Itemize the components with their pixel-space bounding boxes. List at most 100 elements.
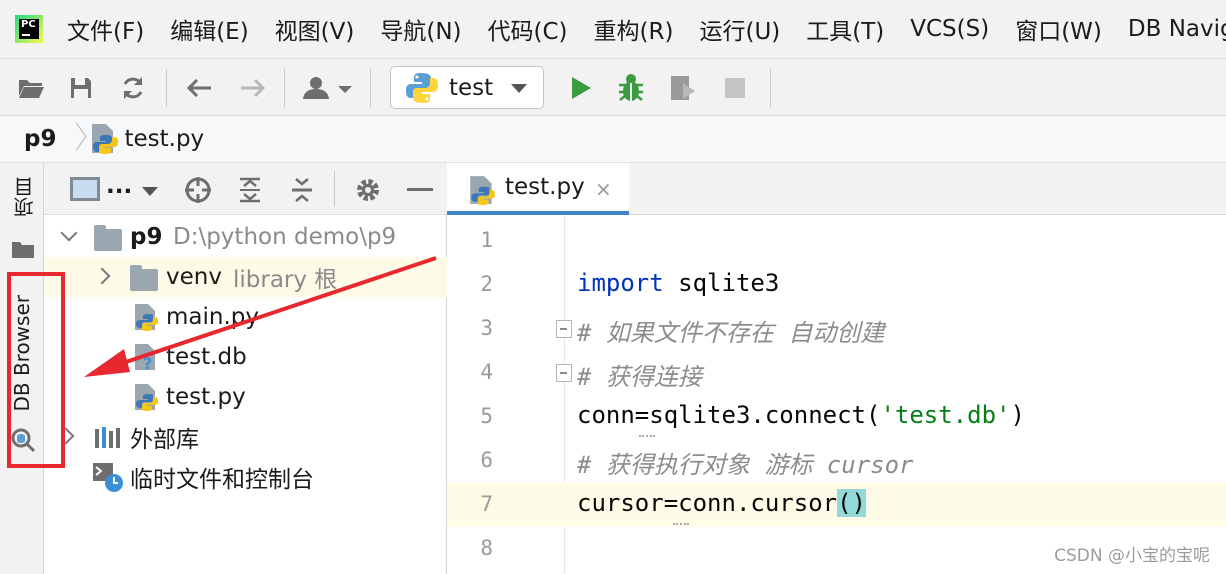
tree-item-label: 外部库 (130, 427, 199, 453)
project-panel-header: ... (44, 163, 447, 215)
code-text: cursor=conn.cursor() (577, 489, 866, 517)
forward-arrow-icon[interactable] (238, 73, 268, 103)
code-line[interactable]: 1 (447, 219, 1226, 263)
minimize-icon[interactable] (405, 175, 435, 205)
typo-squiggle (639, 431, 655, 437)
gear-icon[interactable] (353, 175, 383, 205)
tree-item-label: test.py (166, 384, 246, 410)
menu-bar: PC 文件(F) 编辑(E) 视图(V) 导航(N) 代码(C) 重构(R) 运… (0, 0, 1226, 58)
save-icon[interactable] (66, 73, 96, 103)
chevron-right-icon[interactable] (94, 266, 114, 286)
run-configuration-select[interactable]: test (390, 66, 544, 109)
fold-toggle-icon[interactable] (556, 320, 572, 338)
code-line[interactable]: 4 # 获得连接 (447, 351, 1226, 395)
tree-item-scratches[interactable]: 临时文件和控制台 (44, 457, 447, 497)
toolbar-separator (370, 69, 371, 107)
code-call: conn=sqlite3.connect( (577, 401, 881, 429)
run-configuration-label: test (449, 74, 494, 101)
chevron-down-icon[interactable] (142, 187, 158, 196)
code-line[interactable]: 3 # 如果文件不存在 自动创建 (447, 307, 1226, 351)
code-text: conn=sqlite3.connect('test.db') (577, 401, 1025, 429)
menu-file[interactable]: 文件(F) (67, 12, 144, 46)
main-toolbar: test (0, 58, 1226, 116)
open-folder-icon[interactable] (16, 73, 46, 103)
breadcrumb: p9 test.py (0, 116, 1226, 163)
coverage-icon[interactable] (668, 73, 698, 103)
tree-item-path: D:\python demo\p9 (173, 224, 397, 250)
menu-view[interactable]: 视图(V) (275, 12, 355, 46)
line-number: 2 (480, 272, 493, 296)
tree-item-label: venv (166, 264, 222, 290)
code-line[interactable]: 6 # 获得执行对象 游标 cursor (447, 439, 1226, 483)
sync-icon[interactable] (118, 73, 148, 103)
typo-squiggle (673, 519, 689, 525)
tree-item-project-root[interactable]: p9 D:\python demo\p9 (44, 217, 447, 257)
menu-db-navigator[interactable]: DB Navig (1128, 16, 1226, 42)
code-text: import sqlite3 (577, 269, 779, 297)
breadcrumb-project[interactable]: p9 (24, 126, 56, 152)
expand-all-icon[interactable] (235, 175, 265, 205)
chevron-down-icon[interactable] (60, 225, 80, 245)
code-module: sqlite3 (663, 269, 780, 297)
menu-window[interactable]: 窗口(W) (1015, 12, 1102, 46)
collapse-all-icon[interactable] (287, 175, 317, 205)
project-tool-window: ... p9 D:\python demo\p9 venv library 根 (44, 163, 447, 574)
user-dropdown-icon[interactable] (300, 73, 356, 103)
code-comment: # 获得连接 (577, 363, 702, 391)
close-icon[interactable]: × (595, 177, 612, 201)
editor-tab-test-py[interactable]: test.py × (447, 163, 629, 215)
menu-tools[interactable]: 工具(T) (806, 12, 884, 46)
code-line-current[interactable]: 7 cursor=conn.cursor() (447, 483, 1226, 527)
editor-tab-bar: test.py × (447, 163, 1226, 215)
line-number: 5 (480, 404, 493, 428)
menu-vcs[interactable]: VCS(S) (910, 16, 989, 42)
annotation-highlight-box (7, 272, 65, 468)
library-icon (95, 427, 120, 448)
toolbar-separator (166, 69, 167, 107)
menu-edit[interactable]: 编辑(E) (170, 12, 248, 46)
code-line[interactable]: 2 import sqlite3 (447, 263, 1226, 307)
debug-icon[interactable] (616, 73, 646, 103)
folder-icon (130, 265, 158, 291)
tree-item-venv[interactable]: venv library 根 (44, 257, 447, 297)
toolbar-separator (770, 69, 771, 107)
tree-item-label: main.py (166, 304, 259, 330)
line-number: 1 (480, 228, 493, 252)
breadcrumb-file[interactable]: test.py (124, 126, 204, 152)
line-number: 3 (480, 316, 493, 340)
python-file-icon (135, 304, 158, 331)
menu-run[interactable]: 运行(U) (699, 12, 780, 46)
python-file-icon (92, 124, 119, 154)
folder-icon (12, 242, 34, 258)
stop-icon[interactable] (720, 73, 750, 103)
menu-code[interactable]: 代码(C) (488, 12, 568, 46)
run-icon[interactable] (566, 73, 596, 103)
project-tool-tab[interactable]: 项目 (0, 173, 44, 263)
keyword-import: import (577, 269, 664, 297)
line-number: 4 (480, 360, 493, 384)
unknown-file-icon: ? (135, 344, 155, 371)
tree-item-label: 临时文件和控制台 (130, 467, 314, 493)
code-close: ) (1010, 401, 1025, 429)
python-file-icon (470, 176, 495, 205)
tree-item-hint: library 根 (233, 267, 338, 293)
code-editor: test.py × 1 2 import sqlite3 3 # 如果文件不存在… (447, 163, 1226, 574)
code-line[interactable]: 5 conn=sqlite3.connect('test.db') (447, 395, 1226, 439)
tree-item-test-py[interactable]: test.py (44, 377, 447, 417)
locate-target-icon[interactable] (183, 175, 213, 205)
tree-item-main-py[interactable]: main.py (44, 297, 447, 337)
tree-item-external-libraries[interactable]: 外部库 (44, 417, 447, 457)
fold-toggle-icon[interactable] (556, 364, 572, 382)
project-view-icon[interactable] (70, 177, 100, 201)
menu-refactor[interactable]: 重构(R) (594, 12, 674, 46)
tree-item-test-db[interactable]: ? test.db (44, 337, 447, 377)
chevron-down-icon (511, 84, 527, 93)
line-number: 8 (480, 536, 493, 560)
project-view-label[interactable]: ... (106, 173, 132, 199)
code-string: 'test.db' (880, 401, 1011, 429)
python-file-icon (135, 384, 158, 411)
code-comment: # 获得执行对象 游标 cursor (577, 451, 914, 479)
back-arrow-icon[interactable] (184, 73, 214, 103)
menu-navigate[interactable]: 导航(N) (380, 12, 461, 46)
tree-item-label: test.db (166, 344, 247, 370)
